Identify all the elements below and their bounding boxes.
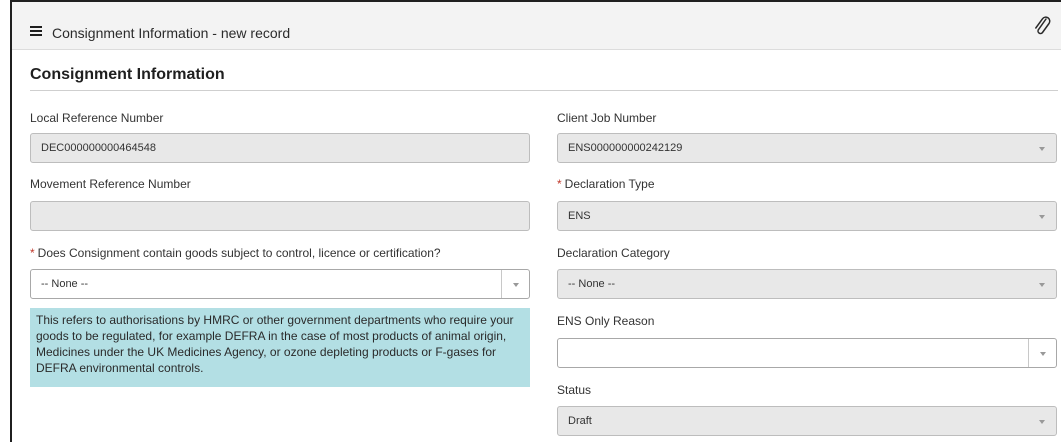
movement-reference-field[interactable] xyxy=(30,201,530,231)
controlled-goods-label-text: Does Consignment contain goods subject t… xyxy=(37,246,441,260)
chevron-down-icon[interactable] xyxy=(1028,202,1056,230)
declaration-category-label: Declaration Category xyxy=(557,246,670,260)
header-title: Consignment Information - new record xyxy=(52,25,291,41)
chevron-down-icon[interactable] xyxy=(1028,407,1056,435)
declaration-category-select[interactable]: -- None -- xyxy=(557,269,1057,299)
local-reference-field[interactable]: DEC000000000464548 xyxy=(30,133,530,163)
local-reference-label: Local Reference Number xyxy=(30,111,164,125)
declaration-type-select[interactable]: ENS xyxy=(557,201,1057,231)
status-select[interactable]: Draft xyxy=(557,406,1057,436)
status-value: Draft xyxy=(568,415,592,427)
chevron-down-icon[interactable] xyxy=(1028,134,1056,162)
declaration-type-label-text: Declaration Type xyxy=(564,177,655,191)
declaration-category-value: -- None -- xyxy=(568,278,616,290)
required-marker: * xyxy=(557,177,562,191)
required-marker: * xyxy=(30,246,35,260)
hamburger-menu-icon[interactable] xyxy=(30,26,42,36)
chevron-down-icon[interactable] xyxy=(1028,270,1056,298)
local-reference-value: DEC000000000464548 xyxy=(41,142,156,154)
client-job-label: Client Job Number xyxy=(557,111,657,125)
form-header: Consignment Information - new record xyxy=(12,2,1061,50)
controlled-goods-select[interactable]: -- None -- xyxy=(30,269,530,299)
declaration-type-label: * Declaration Type xyxy=(557,177,655,191)
record-form: Consignment Information - new record Con… xyxy=(10,0,1061,442)
chevron-down-icon[interactable] xyxy=(1028,339,1056,367)
controlled-goods-help-text: This refers to authorisations by HMRC or… xyxy=(30,308,530,387)
paperclip-icon[interactable] xyxy=(1031,14,1053,38)
controlled-goods-label: * Does Consignment contain goods subject … xyxy=(30,246,441,260)
status-label: Status xyxy=(557,383,592,397)
controlled-goods-value: -- None -- xyxy=(41,278,89,290)
declaration-type-value: ENS xyxy=(568,210,591,222)
ens-only-reason-select[interactable] xyxy=(557,338,1057,368)
section-title: Consignment Information xyxy=(30,66,225,83)
client-job-value: ENS000000000242129 xyxy=(568,142,683,154)
movement-reference-label: Movement Reference Number xyxy=(30,177,191,191)
client-job-select[interactable]: ENS000000000242129 xyxy=(557,133,1057,163)
ens-only-reason-label: ENS Only Reason xyxy=(557,314,655,328)
chevron-down-icon[interactable] xyxy=(501,270,529,298)
section-divider xyxy=(30,90,1058,91)
